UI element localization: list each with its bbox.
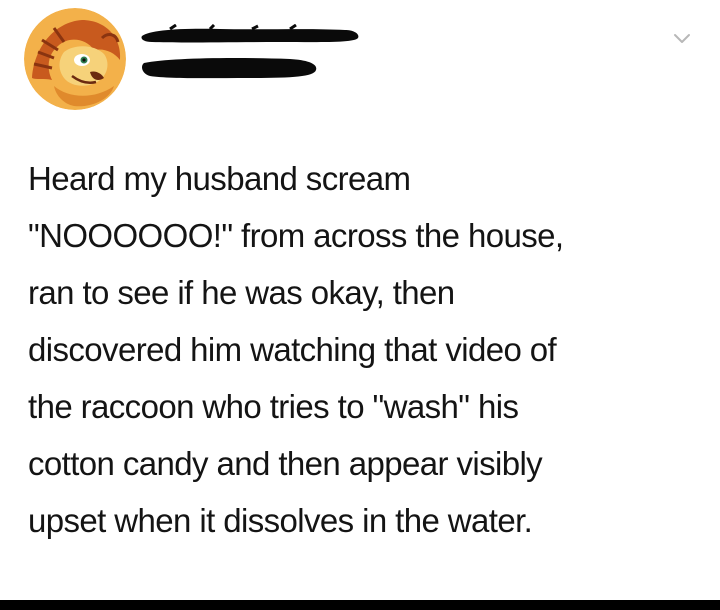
tweet-text-line: ran to see if he was okay, then [28,274,455,311]
tweet-post: Heard my husband scream "NOOOOOO!" from … [0,0,720,600]
bottom-edge-bar [0,600,720,610]
author-avatar[interactable] [24,8,126,110]
redacted-handle [142,58,317,79]
lion-avatar-icon [24,8,126,110]
tweet-text-line: Heard my husband scream [28,160,411,197]
redacted-username [141,24,359,43]
tweet-text: Heard my husband scream "NOOOOOO!" from … [28,150,698,549]
tweet-text-line: discovered him watching that video of [28,331,557,368]
tweet-text-line: upset when it dissolves in the water. [28,502,533,539]
tweet-text-line: cotton candy and then appear visibly [28,445,543,482]
tweet-text-line: the raccoon who tries to "wash" his [28,388,519,425]
tweet-text-line: "NOOOOOO!" from across the house, [28,217,564,254]
chevron-down-icon[interactable] [668,24,696,52]
